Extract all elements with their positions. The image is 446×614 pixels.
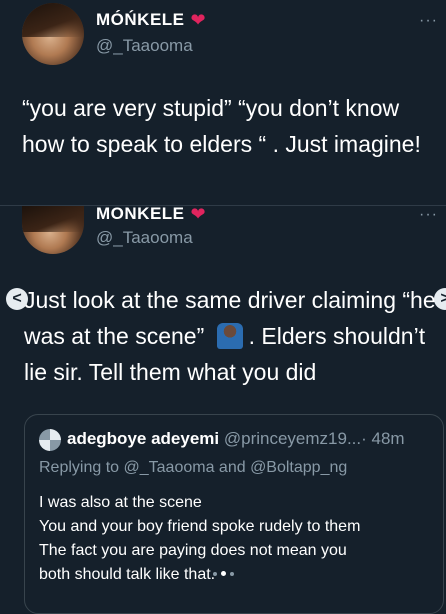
display-name[interactable]: MONKELE (96, 204, 185, 224)
author-row: MONKELE ❤ (96, 204, 206, 224)
handle[interactable]: @_Taaooma (96, 36, 193, 56)
quoted-line: You and your boy friend spoke rudely to … (39, 518, 361, 535)
avatar[interactable] (22, 206, 84, 254)
replying-prefix: Replying to (39, 459, 124, 476)
quoted-line: The fact you are paying does not mean yo… (39, 542, 347, 559)
reply-user-1[interactable]: @_Taaooma (124, 459, 215, 476)
carousel-dot[interactable] (229, 572, 234, 576)
quoted-header: adegboye adeyemi @princeyemz19...· 48m (67, 429, 405, 449)
man-facepalm-emoji-icon (216, 323, 243, 349)
handle[interactable]: @_Taaooma (96, 228, 193, 248)
quoted-tweet[interactable]: adegboye adeyemi @princeyemz19...· 48m R… (24, 414, 444, 614)
quoted-line: I was also at the scene (39, 494, 202, 511)
quoted-time: · 48m (361, 429, 405, 448)
quoted-display-name[interactable]: adegboye adeyemi (67, 429, 219, 448)
replying-to: Replying to @_Taaooma and @Boltapp_ng (39, 459, 347, 477)
quoted-handle[interactable]: @princeyemz19... (224, 429, 361, 448)
quoted-avatar[interactable] (39, 429, 61, 451)
tweet-text: “you are very stupid” “you don’t know ho… (22, 95, 421, 157)
display-name[interactable]: MÓŃKELE (96, 10, 185, 30)
more-options-icon[interactable]: ··· (419, 206, 438, 224)
more-options-icon[interactable]: ··· (419, 12, 438, 30)
tweet-text: Just look at the same driver claiming “h… (24, 282, 446, 390)
tweet-2: MONKELE ❤ @_Taaooma ··· Just look at the… (0, 204, 446, 614)
author-row: MÓŃKELE ❤ (96, 10, 206, 30)
carousel-dots (0, 571, 446, 576)
replying-and: and (214, 459, 251, 476)
carousel-prev-button[interactable]: < (6, 288, 28, 310)
red-heart-icon: ❤ (190, 10, 206, 30)
reply-user-2[interactable]: @Boltapp_ng (250, 459, 347, 476)
red-heart-icon: ❤ (190, 204, 206, 224)
avatar[interactable] (22, 3, 84, 65)
tweet-1: MÓŃKELE ❤ @_Taaooma ··· “you are very st… (0, 0, 446, 206)
carousel-dot-active[interactable] (220, 571, 226, 576)
carousel-dot[interactable] (212, 572, 217, 576)
